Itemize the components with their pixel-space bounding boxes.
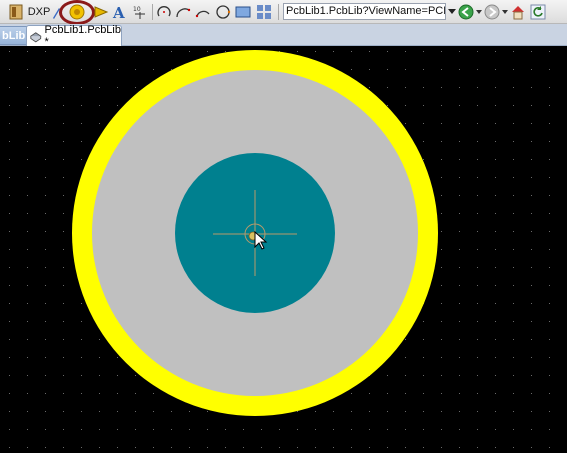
fill-icon[interactable]	[235, 3, 251, 21]
arc-center-icon[interactable]	[156, 3, 172, 21]
pcb-editor-canvas[interactable]	[0, 46, 567, 453]
svg-text:10: 10	[133, 6, 141, 13]
address-bar[interactable]: PcbLib1.PcbLib?ViewName=PCBEditor	[283, 3, 446, 20]
dropdown-arrow-icon[interactable]	[447, 3, 457, 21]
app-icon[interactable]	[8, 3, 24, 21]
place-via-icon[interactable]	[93, 3, 109, 21]
place-pad-icon[interactable]	[68, 3, 86, 21]
place-string-icon[interactable]: A	[111, 3, 127, 21]
arc-edge-icon[interactable]	[175, 3, 191, 21]
pcb-library-icon	[30, 31, 42, 42]
dxp-menu[interactable]: DXP	[28, 3, 51, 21]
refresh-icon[interactable]	[530, 3, 546, 21]
back-icon[interactable]	[458, 3, 474, 21]
arc-any-icon[interactable]	[195, 3, 211, 21]
array-paste-icon[interactable]	[256, 3, 272, 21]
forward-dropdown-icon[interactable]	[501, 3, 509, 21]
svg-text:A: A	[112, 4, 125, 20]
tab-pcblib1[interactable]: PcbLib1.PcbLib *	[26, 24, 122, 48]
back-dropdown-icon[interactable]	[475, 3, 483, 21]
main-toolbar: DXP A 10 PcbLib1.PcbLib?ViewName=PCBEdit…	[0, 0, 567, 25]
place-coordinate-icon[interactable]: 10	[132, 3, 148, 21]
full-circle-icon[interactable]	[215, 3, 231, 21]
document-tab-strip: bLib PcbLib1.PcbLib *	[0, 24, 567, 48]
tab-label: PcbLib1.PcbLib *	[44, 24, 121, 48]
home-icon[interactable]	[510, 3, 526, 21]
forward-icon[interactable]	[484, 3, 500, 21]
